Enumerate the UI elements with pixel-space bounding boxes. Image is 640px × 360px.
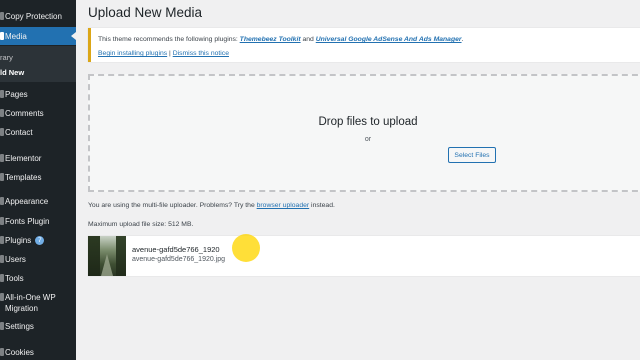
drop-or-text: or [364, 136, 372, 143]
notice-text: . [461, 36, 464, 43]
sidebar-item-settings[interactable]: Settings [0, 317, 76, 335]
sidebar-item-label: Plugins [5, 235, 32, 245]
uploaded-media-item[interactable]: avenue-gafd5de766_1920 avenue-gafd5de766… [88, 236, 640, 276]
submenu-item-library[interactable]: rary [0, 53, 13, 62]
plugin-link-themebeez-toolkit[interactable]: Themebeez Toolkit [240, 36, 301, 43]
sidebar-item-users[interactable]: Users [0, 250, 76, 268]
select-files-button[interactable]: Select Files [448, 147, 496, 163]
sidebar-item-fonts-plugin[interactable]: Fonts Plugin [0, 212, 76, 230]
drop-zone[interactable]: Drop files to upload or Select Files [88, 74, 640, 192]
uploader-info-text: instead. [309, 202, 335, 209]
drop-files-text: Drop files to upload [318, 116, 418, 128]
plugin-link-adsense-manager[interactable]: Universal Google AdSense And Ads Manager [316, 36, 462, 43]
sidebar-item-templates[interactable]: Templates [0, 168, 76, 186]
cursor-highlight [232, 234, 260, 262]
uploader-info-text: You are using the multi-file uploader. P… [88, 202, 257, 209]
notice-text: This theme recommends the following plug… [98, 36, 240, 43]
media-thumbnail[interactable] [88, 236, 126, 276]
sidebar-item-label: Cookies [5, 347, 34, 357]
sidebar-item-label: Media [5, 31, 27, 41]
admin-sidebar: Copy Protection Media rary ld New Pages … [0, 0, 76, 360]
sidebar-item-label: Elementor [5, 153, 42, 163]
main-content: Upload New Media This theme recommends t… [76, 0, 640, 360]
sidebar-item-label: Templates [5, 172, 42, 182]
sidebar-item-label: Users [5, 254, 26, 264]
sidebar-item-copy-protection[interactable]: Copy Protection [0, 7, 76, 25]
plugin-recommendation-notice: This theme recommends the following plug… [88, 28, 640, 62]
sidebar-item-all-in-one-wp-migration[interactable]: All-in-One WP Migration [0, 290, 76, 316]
sidebar-item-label: Tools [5, 273, 24, 283]
sidebar-item-cookies[interactable]: Cookies [0, 343, 76, 360]
notice-message: This theme recommends the following plug… [98, 36, 463, 43]
sidebar-item-label: Pages [5, 89, 28, 99]
sidebar-item-media[interactable]: Media [0, 27, 76, 45]
notice-actions: Begin installing plugins | Dismiss this … [98, 50, 229, 57]
sidebar-item-label: All-in-One WP Migration [5, 293, 56, 313]
max-upload-size: Maximum upload file size: 512 MB. [88, 221, 194, 228]
sidebar-item-label: Contact [5, 127, 33, 137]
media-submenu: rary ld New [0, 46, 76, 82]
page-title: Upload New Media [88, 5, 203, 20]
sidebar-item-pages[interactable]: Pages [0, 85, 76, 103]
sidebar-item-label: Copy Protection [5, 11, 62, 21]
sidebar-item-plugins[interactable]: Plugins 7 [0, 231, 76, 249]
sidebar-item-appearance[interactable]: Appearance [0, 192, 76, 210]
sidebar-item-tools[interactable]: Tools [0, 269, 76, 287]
browser-uploader-link[interactable]: browser uploader [257, 202, 310, 209]
submenu-item-add-new[interactable]: ld New [0, 68, 24, 77]
media-title[interactable]: avenue-gafd5de766_1920 [132, 245, 220, 254]
sidebar-item-label: Comments [5, 108, 44, 118]
notice-text: and [300, 36, 316, 43]
sidebar-item-label: Appearance [5, 196, 49, 206]
dismiss-notice-link[interactable]: Dismiss this notice [173, 50, 229, 57]
media-filename: avenue-gafd5de766_1920.jpg [132, 256, 226, 263]
sidebar-item-label: Fonts Plugin [5, 216, 50, 226]
uploader-info: You are using the multi-file uploader. P… [88, 202, 335, 209]
update-count-badge: 7 [35, 235, 45, 245]
sidebar-item-elementor[interactable]: Elementor [0, 149, 76, 167]
sidebar-item-comments[interactable]: Comments [0, 104, 76, 122]
sidebar-item-contact[interactable]: Contact [0, 123, 76, 141]
begin-installing-plugins-link[interactable]: Begin installing plugins [98, 50, 167, 57]
sidebar-item-label: Settings [5, 321, 34, 331]
